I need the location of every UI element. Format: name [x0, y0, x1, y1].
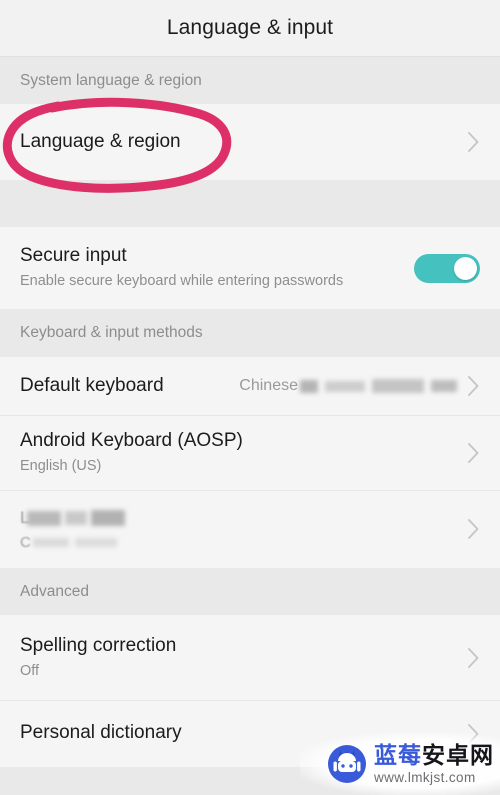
row-android-keyboard-aosp-text: Android Keyboard (AOSP) English (US) [20, 430, 243, 475]
redacted-block [32, 537, 69, 547]
redacted-block [325, 380, 365, 392]
row-personal-dictionary-title: Personal dictionary [20, 722, 182, 744]
row-android-keyboard-aosp-title: Android Keyboard (AOSP) [20, 429, 243, 451]
watermark-inner: 蓝莓安卓网 www.lmkjst.com [327, 741, 494, 785]
app-title-bar: Language & input [0, 0, 500, 57]
row-spelling-correction-right [467, 647, 480, 669]
watermark-url: www.lmkjst.com [374, 769, 476, 785]
redacted-block [65, 511, 88, 525]
row-android-keyboard-aosp-subtitle: English (US) [20, 457, 102, 474]
row-default-keyboard-text: Default keyboard [20, 375, 164, 398]
section-header-label: Keyboard & input methods [20, 324, 203, 341]
row-android-keyboard-aosp[interactable]: Android Keyboard (AOSP) English (US) [0, 415, 500, 490]
row-redacted-keyboard-subtitle: C [20, 533, 125, 551]
redacted-block [431, 380, 457, 392]
toggle-knob [454, 256, 477, 280]
row-language-region[interactable]: Language & region [0, 104, 500, 180]
section-header-keyboard-input-methods: Keyboard & input methods [0, 309, 500, 357]
group-secure-input: Secure input Enable secure keyboard whil… [0, 227, 500, 309]
chevron-right-icon[interactable] [467, 647, 480, 669]
row-language-region-text: Language & region [20, 131, 181, 154]
chevron-right-icon[interactable] [467, 375, 480, 397]
section-header-label: System language & region [20, 71, 202, 89]
redacted-block [372, 379, 424, 393]
settings-screen: Language & input System language & regio… [0, 0, 500, 795]
row-default-keyboard-value: Chinese [239, 377, 298, 394]
row-redacted-keyboard-title: L [20, 508, 126, 528]
section-header-system-language-region: System language & region [0, 57, 500, 104]
row-secure-input-subtitle: Enable secure keyboard while entering pa… [20, 273, 344, 290]
redacted-block [91, 510, 126, 526]
row-redacted-keyboard-subtitle-hint: C [20, 533, 31, 551]
row-secure-input-right [414, 253, 480, 283]
row-default-keyboard-value-group: Chinese [239, 377, 457, 395]
row-secure-input[interactable]: Secure input Enable secure keyboard whil… [0, 227, 500, 309]
android-robot-icon [327, 744, 367, 784]
row-default-keyboard-title: Default keyboard [20, 374, 164, 396]
site-watermark: 蓝莓安卓网 www.lmkjst.com [300, 733, 500, 795]
row-spelling-correction[interactable]: Spelling correction Off [0, 615, 500, 700]
group-separator-1 [0, 180, 500, 227]
chevron-right-icon[interactable] [467, 131, 480, 153]
redacted-block [300, 379, 318, 393]
watermark-brand-blue: 蓝莓 [374, 741, 422, 768]
row-language-region-right [467, 131, 480, 153]
row-redacted-keyboard-right [467, 518, 480, 540]
secure-input-toggle[interactable] [414, 253, 480, 283]
row-personal-dictionary-text: Personal dictionary [20, 722, 182, 745]
row-default-keyboard-right: Chinese [239, 375, 480, 397]
page-title: Language & input [166, 16, 334, 39]
section-header-advanced: Advanced [0, 568, 500, 615]
watermark-text: 蓝莓安卓网 www.lmkjst.com [374, 741, 494, 785]
row-secure-input-title: Secure input [20, 245, 127, 267]
row-language-region-title: Language & region [20, 130, 181, 152]
watermark-brand: 蓝莓安卓网 [374, 741, 494, 768]
watermark-brand-dark: 安卓网 [422, 741, 494, 768]
row-spelling-correction-title: Spelling correction [20, 634, 177, 656]
row-android-keyboard-aosp-right [467, 442, 480, 464]
redacted-block [27, 510, 62, 526]
row-default-keyboard[interactable]: Default keyboard Chinese [0, 357, 500, 415]
row-spelling-correction-text: Spelling correction Off [20, 635, 176, 680]
section-header-label: Advanced [20, 582, 89, 600]
chevron-right-icon[interactable] [467, 442, 480, 464]
group-keyboard-input-methods: Default keyboard Chinese Android Keyboar… [0, 357, 500, 568]
row-secure-input-text: Secure input Enable secure keyboard whil… [20, 245, 343, 290]
group-system-language-region: Language & region [0, 104, 500, 180]
redacted-block [74, 537, 117, 547]
row-redacted-keyboard-text: L C [20, 508, 126, 551]
row-spelling-correction-subtitle: Off [20, 662, 40, 679]
row-redacted-keyboard[interactable]: L C [0, 490, 500, 568]
chevron-right-icon[interactable] [467, 518, 480, 540]
